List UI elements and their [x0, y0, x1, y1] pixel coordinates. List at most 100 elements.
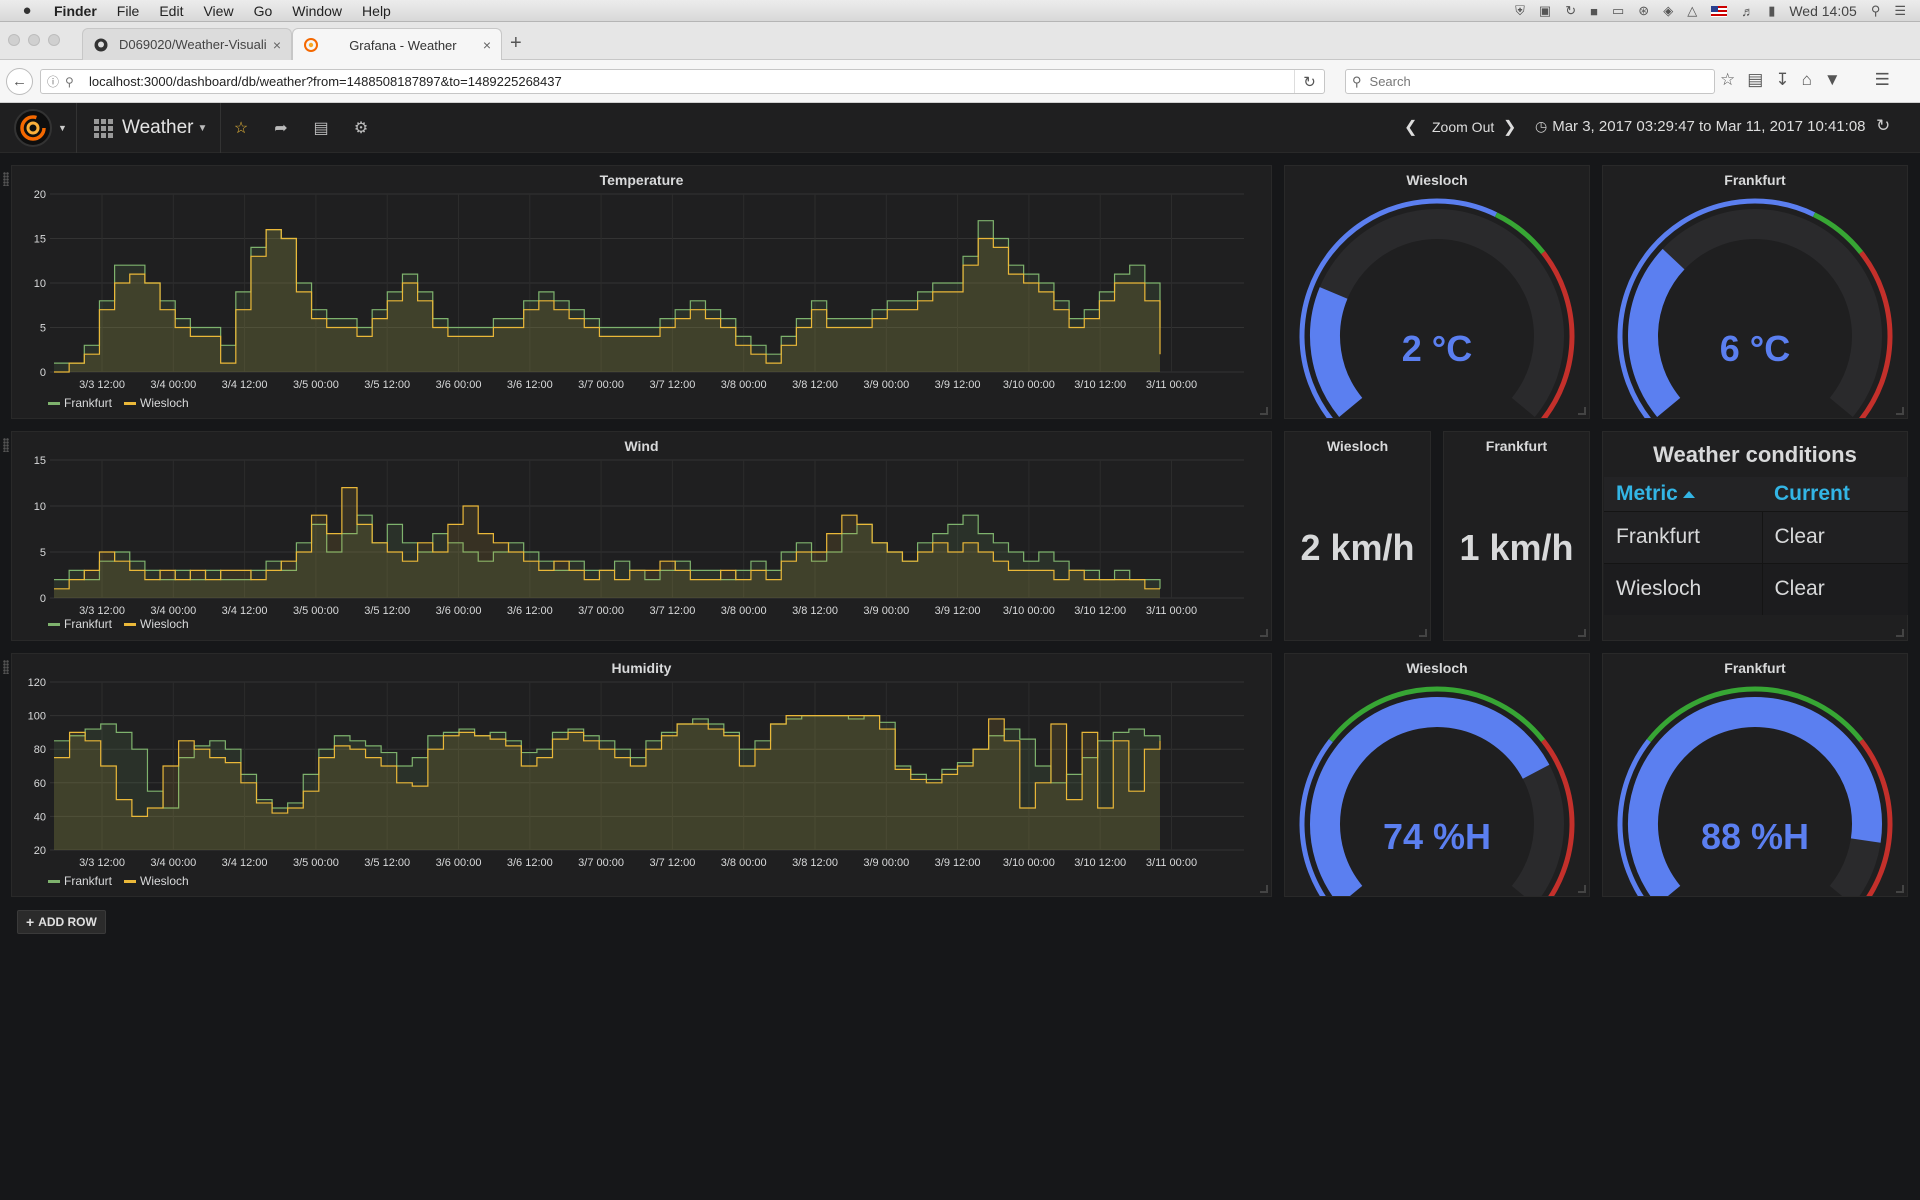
legend-item-wiesloch[interactable]: Wiesloch [124, 617, 189, 631]
panel-title[interactable]: Frankfurt [1444, 438, 1589, 454]
menu-help[interactable]: Help [362, 3, 391, 19]
window-zoom-icon[interactable] [48, 34, 60, 46]
tab-grafana[interactable]: Grafana - Weather × [292, 28, 502, 61]
legend-item-frankfurt[interactable]: Frankfurt [48, 874, 112, 888]
panel-resize-handle[interactable] [1419, 629, 1427, 637]
back-button[interactable]: ← [6, 68, 33, 95]
wifi-icon[interactable]: ◈ [1663, 3, 1673, 19]
time-shift-back-icon[interactable]: ❮ [1404, 117, 1417, 137]
url-text[interactable]: localhost:3000/dashboard/db/weather?from… [89, 74, 1294, 89]
humidity-graph-panel[interactable]: Humidity 204060801001203/3 12:003/4 00:0… [11, 653, 1272, 897]
spotlight-icon[interactable]: ⚲ [1871, 3, 1881, 19]
hamburger-menu-icon[interactable]: ☰ [1875, 70, 1890, 90]
time-shift-forward-icon[interactable]: ❯ [1503, 117, 1516, 137]
panel-resize-handle[interactable] [1896, 629, 1904, 637]
menu-clock[interactable]: Wed 14:05 [1789, 3, 1856, 19]
column-header-metric[interactable]: Metric [1604, 477, 1762, 511]
x-tick-label: 3/8 00:00 [721, 605, 767, 617]
panel-title[interactable]: Wiesloch [1285, 172, 1589, 188]
wind-stat-wiesloch-panel[interactable]: Wiesloch 2 km/h [1284, 431, 1431, 641]
row-drag-handle[interactable] [3, 660, 9, 674]
panel-resize-handle[interactable] [1578, 629, 1586, 637]
x-tick-label: 3/4 12:00 [222, 857, 268, 869]
display-icon[interactable]: ▭ [1612, 3, 1624, 19]
dashboard-picker[interactable]: Weather ▼ [78, 103, 221, 153]
humidity-gauge-frankfurt-panel[interactable]: Frankfurt 88 %H [1602, 653, 1908, 897]
table-row: Wiesloch Clear [1604, 563, 1908, 615]
table-title[interactable]: Weather conditions [1603, 442, 1907, 468]
panel-resize-handle[interactable] [1896, 407, 1904, 415]
panel-title[interactable]: Frankfurt [1603, 172, 1907, 188]
key-icon[interactable]: ⚲ [65, 75, 81, 89]
save-icon[interactable]: ▤ [310, 117, 332, 139]
settings-gear-icon[interactable]: ⚙ [350, 117, 372, 139]
panel-title[interactable]: Frankfurt [1603, 660, 1907, 676]
temperature-gauge-wiesloch-panel[interactable]: Wiesloch 2 °C [1284, 165, 1590, 419]
menu-go[interactable]: Go [254, 3, 273, 19]
legend-item-frankfurt[interactable]: Frankfurt [48, 396, 112, 410]
wind-graph-panel[interactable]: Wind 0510153/3 12:003/4 00:003/4 12:003/… [11, 431, 1272, 641]
panel-title[interactable]: Wiesloch [1285, 438, 1430, 454]
close-icon[interactable]: × [483, 37, 491, 53]
us-flag-icon[interactable] [1711, 6, 1727, 17]
panel-resize-handle[interactable] [1578, 885, 1586, 893]
apple-icon[interactable]: ● [18, 2, 36, 19]
x-tick-label: 3/11 00:00 [1146, 379, 1197, 391]
refresh-icon[interactable]: ↻ [1876, 116, 1890, 136]
home-icon[interactable]: ⌂ [1802, 70, 1812, 90]
battery-icon[interactable]: ▮ [1768, 3, 1775, 19]
wind-stat-frankfurt-panel[interactable]: Frankfurt 1 km/h [1443, 431, 1590, 641]
lock-icon[interactable]: ■ [1590, 4, 1598, 19]
time-range-picker[interactable]: ◷ Mar 3, 2017 03:29:47 to Mar 11, 2017 1… [1535, 118, 1866, 135]
bluetooth-icon[interactable]: ⊛ [1638, 3, 1649, 19]
menu-edit[interactable]: Edit [159, 3, 183, 19]
legend-item-frankfurt[interactable]: Frankfurt [48, 617, 112, 631]
panel-resize-handle[interactable] [1260, 629, 1268, 637]
add-row-button[interactable]: + ADD ROW [17, 910, 106, 934]
shield-icon[interactable]: ⛨ [1515, 3, 1525, 19]
menu-view[interactable]: View [203, 3, 233, 19]
menu-window[interactable]: Window [292, 3, 342, 19]
reload-icon[interactable]: ↻ [1294, 70, 1324, 93]
url-bar[interactable]: ⓘ ⚲ localhost:3000/dashboard/db/weather?… [40, 69, 1325, 94]
temperature-graph-panel[interactable]: Temperature 051015203/3 12:003/4 00:003/… [11, 165, 1272, 419]
reading-list-icon[interactable]: ▤ [1747, 70, 1763, 90]
humidity-gauge-wiesloch-panel[interactable]: Wiesloch 74 %H [1284, 653, 1590, 897]
docker-icon[interactable]: ▣ [1539, 3, 1551, 19]
weather-conditions-table-panel[interactable]: Weather conditions Metric Current Frankf… [1602, 431, 1908, 641]
legend-item-wiesloch[interactable]: Wiesloch [124, 874, 189, 888]
row-drag-handle[interactable] [3, 438, 9, 452]
search-input[interactable]: ⚲ Search [1345, 69, 1715, 94]
sync-icon[interactable]: ↻ [1565, 3, 1576, 19]
pocket-icon[interactable]: ▼ [1824, 70, 1841, 90]
new-tab-icon[interactable]: + [510, 32, 522, 55]
star-icon[interactable]: ☆ [230, 117, 252, 139]
airplay-icon[interactable]: △ [1687, 3, 1697, 19]
close-icon[interactable]: × [273, 37, 281, 53]
x-tick-label: 3/3 12:00 [79, 605, 125, 617]
info-icon[interactable]: ⓘ [47, 73, 63, 90]
bookmark-star-icon[interactable]: ☆ [1720, 70, 1735, 90]
window-minimize-icon[interactable] [28, 34, 40, 46]
share-icon[interactable]: ➦ [270, 117, 292, 139]
legend-item-wiesloch[interactable]: Wiesloch [124, 396, 189, 410]
column-header-current[interactable]: Current [1762, 477, 1908, 511]
panel-resize-handle[interactable] [1260, 885, 1268, 893]
temperature-gauge-frankfurt-panel[interactable]: Frankfurt 6 °C [1602, 165, 1908, 419]
panel-title[interactable]: Wiesloch [1285, 660, 1589, 676]
menu-file[interactable]: File [117, 3, 140, 19]
x-tick-label: 3/6 12:00 [507, 857, 553, 869]
tab-github[interactable]: D069020/Weather-Visualis... × [82, 28, 292, 60]
zoom-out-button[interactable]: Zoom Out [1432, 119, 1494, 135]
grafana-logo-menu[interactable]: ▼ [0, 103, 77, 153]
panel-resize-handle[interactable] [1260, 407, 1268, 415]
volume-icon[interactable]: ♬ [1741, 4, 1754, 19]
row-drag-handle[interactable] [3, 172, 9, 186]
download-icon[interactable]: ↧ [1775, 70, 1789, 90]
menu-app-name[interactable]: Finder [54, 3, 97, 19]
notification-center-icon[interactable]: ☰ [1894, 3, 1906, 19]
panel-resize-handle[interactable] [1578, 407, 1586, 415]
gauge-value-arc [1643, 259, 1674, 407]
window-close-icon[interactable] [8, 34, 20, 46]
panel-resize-handle[interactable] [1896, 885, 1904, 893]
